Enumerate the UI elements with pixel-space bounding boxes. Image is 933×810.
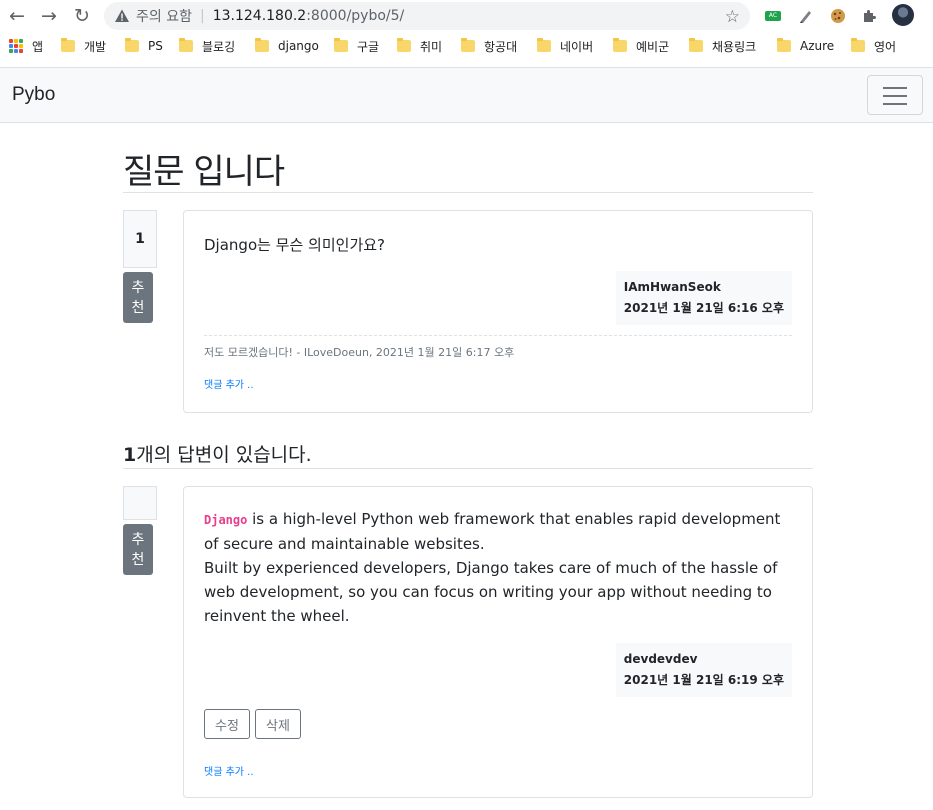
- reload-icon[interactable]: ↻: [70, 4, 94, 28]
- bookmark-label: Azure: [800, 39, 835, 53]
- bookmark-label: django: [278, 39, 319, 53]
- recommend-label: 추: [131, 531, 145, 548]
- bookmark-label: 예비군: [636, 39, 670, 54]
- bookmark-folder[interactable]: 영어: [851, 38, 905, 55]
- puzzle-extensions-icon[interactable]: [860, 5, 878, 27]
- bookmark-folder[interactable]: 네이버: [537, 38, 613, 55]
- bookmark-folder[interactable]: 항공대: [461, 38, 537, 55]
- page-title: 질문 입니다: [123, 130, 813, 193]
- hamburger-line: [883, 87, 907, 89]
- hamburger-line: [883, 103, 907, 105]
- folder-icon: [851, 38, 865, 52]
- bookmark-label: 영어: [874, 39, 897, 54]
- answer-count-text: 개의 답변이 있습니다.: [136, 444, 312, 466]
- bookmarks-bar: 앱 개발 PS 블로깅 django 구글 취미 항공대 네이버 예비군 채용링…: [0, 32, 933, 60]
- recommend-label: 천: [131, 299, 145, 316]
- folder-icon: [61, 38, 75, 52]
- question-card: Django는 무슨 의미인가요? IAmHwanSeok 2021년 1월 2…: [183, 210, 813, 413]
- back-glyph: ←: [9, 5, 25, 27]
- folder-icon: [334, 38, 348, 52]
- bookmark-apps[interactable]: 앱: [9, 38, 61, 55]
- bookmark-label: 구글: [357, 39, 380, 54]
- recommend-label: 천: [131, 551, 145, 568]
- folder-icon: [613, 38, 627, 52]
- security-label[interactable]: 주의 요함: [136, 6, 192, 26]
- edit-button[interactable]: 수정: [204, 709, 250, 739]
- profile-avatar[interactable]: [892, 4, 914, 26]
- bookmark-folder[interactable]: 채용링크: [689, 38, 777, 55]
- bookmark-folder[interactable]: 개발: [61, 38, 125, 55]
- answer-vote-count: [123, 486, 157, 520]
- answer-date: 2021년 1월 21일 6:19 오후: [623, 673, 784, 687]
- question-content: Django는 무슨 의미인가요?: [204, 236, 386, 254]
- inline-code: Django: [204, 513, 248, 527]
- cookie-extension-icon[interactable]: [829, 5, 847, 27]
- comment-text: 저도 모르겠습니다! - ILoveDoeun, 2021년 1월 21일 6:…: [204, 346, 515, 359]
- bookmark-folder[interactable]: 취미: [397, 38, 461, 55]
- answer-count-number: 1: [123, 444, 137, 466]
- delete-button[interactable]: 삭제: [255, 709, 301, 739]
- pen-extension-icon[interactable]: [797, 5, 815, 27]
- bookmark-folder[interactable]: 구글: [334, 38, 397, 55]
- bookmark-label: 네이버: [560, 39, 594, 54]
- question-author: IAmHwanSeok: [623, 280, 721, 294]
- folder-icon: [537, 38, 551, 52]
- warning-icon[interactable]: [114, 8, 130, 24]
- hamburger-line: [883, 95, 907, 97]
- navbar-toggler-button[interactable]: [867, 75, 923, 115]
- answer-content: Django is a high-level Python web framew…: [204, 507, 789, 628]
- ac-extension-label: AC: [765, 11, 781, 21]
- question-vote-count: 1: [123, 210, 157, 268]
- question-add-comment-link[interactable]: 댓글 추가 ..: [204, 376, 254, 391]
- answer-text: is a high-level Python web framework tha…: [204, 510, 781, 553]
- bookmark-star-icon[interactable]: ☆: [725, 7, 740, 27]
- folder-icon: [397, 38, 411, 52]
- ac-extension-icon[interactable]: AC: [765, 5, 781, 27]
- folder-icon: [125, 38, 139, 52]
- url-path: :8000/pybo/5/: [306, 8, 405, 24]
- separator: |: [199, 8, 205, 24]
- back-icon[interactable]: ←: [5, 4, 29, 28]
- reload-glyph: ↻: [74, 5, 90, 27]
- navbar-brand[interactable]: Pybo: [12, 84, 55, 106]
- folder-icon: [777, 38, 791, 52]
- answer-author-badge: devdevdev 2021년 1월 21일 6:19 오후: [615, 643, 792, 697]
- recommend-label: 추: [131, 279, 145, 296]
- bookmark-label: PS: [148, 39, 163, 53]
- answer-add-comment-link[interactable]: 댓글 추가 ..: [204, 763, 254, 778]
- bookmark-label: 블로깅: [202, 39, 236, 54]
- answer-count-header: 1개의 답변이 있습니다.: [123, 434, 813, 469]
- apps-grid-icon: [9, 39, 23, 53]
- question-author-badge: IAmHwanSeok 2021년 1월 21일 6:16 오후: [615, 271, 792, 325]
- bookmark-folder[interactable]: PS: [125, 38, 179, 53]
- bookmark-label: 채용링크: [712, 39, 757, 54]
- bookmark-label: 앱: [32, 39, 44, 54]
- bookmark-folder[interactable]: 예비군: [613, 38, 689, 55]
- bookmark-label: 개발: [84, 39, 107, 54]
- folder-icon: [689, 38, 703, 52]
- folder-icon: [461, 38, 475, 52]
- bookmark-label: 항공대: [484, 39, 518, 54]
- bookmark-label: 취미: [420, 39, 443, 54]
- answer-author: devdevdev: [623, 652, 698, 666]
- address-bar[interactable]: 주의 요함 | 13.124.180.2 :8000/pybo/5/ ☆: [104, 2, 750, 30]
- answer-paragraph-1: Django is a high-level Python web framew…: [204, 507, 789, 556]
- bookmark-folder[interactable]: Azure: [777, 38, 851, 53]
- url-host: 13.124.180.2: [212, 8, 307, 24]
- folder-icon: [179, 38, 193, 52]
- main-container: 질문 입니다 1 추 천 Django는 무슨 의미인가요? IAmHwanSe…: [123, 130, 813, 798]
- forward-glyph: →: [41, 5, 57, 27]
- question-comment: 저도 모르겠습니다! - ILoveDoeun, 2021년 1월 21일 6:…: [204, 335, 792, 360]
- answer-paragraph-2: Built by experienced developers, Django …: [204, 559, 778, 625]
- site-navbar: Pybo: [0, 67, 933, 123]
- bookmark-folder[interactable]: 블로깅: [179, 38, 255, 55]
- question-date: 2021년 1월 21일 6:16 오후: [623, 301, 784, 315]
- bookmark-folder[interactable]: django: [255, 38, 334, 53]
- question-recommend-button[interactable]: 추 천: [123, 272, 153, 323]
- folder-icon: [255, 38, 269, 52]
- forward-icon[interactable]: →: [37, 4, 61, 28]
- browser-toolbar: ← → ↻ 주의 요함 | 13.124.180.2 :8000/pybo/5/…: [0, 0, 933, 32]
- answer-card: Django is a high-level Python web framew…: [183, 486, 813, 798]
- answer-recommend-button[interactable]: 추 천: [123, 524, 153, 575]
